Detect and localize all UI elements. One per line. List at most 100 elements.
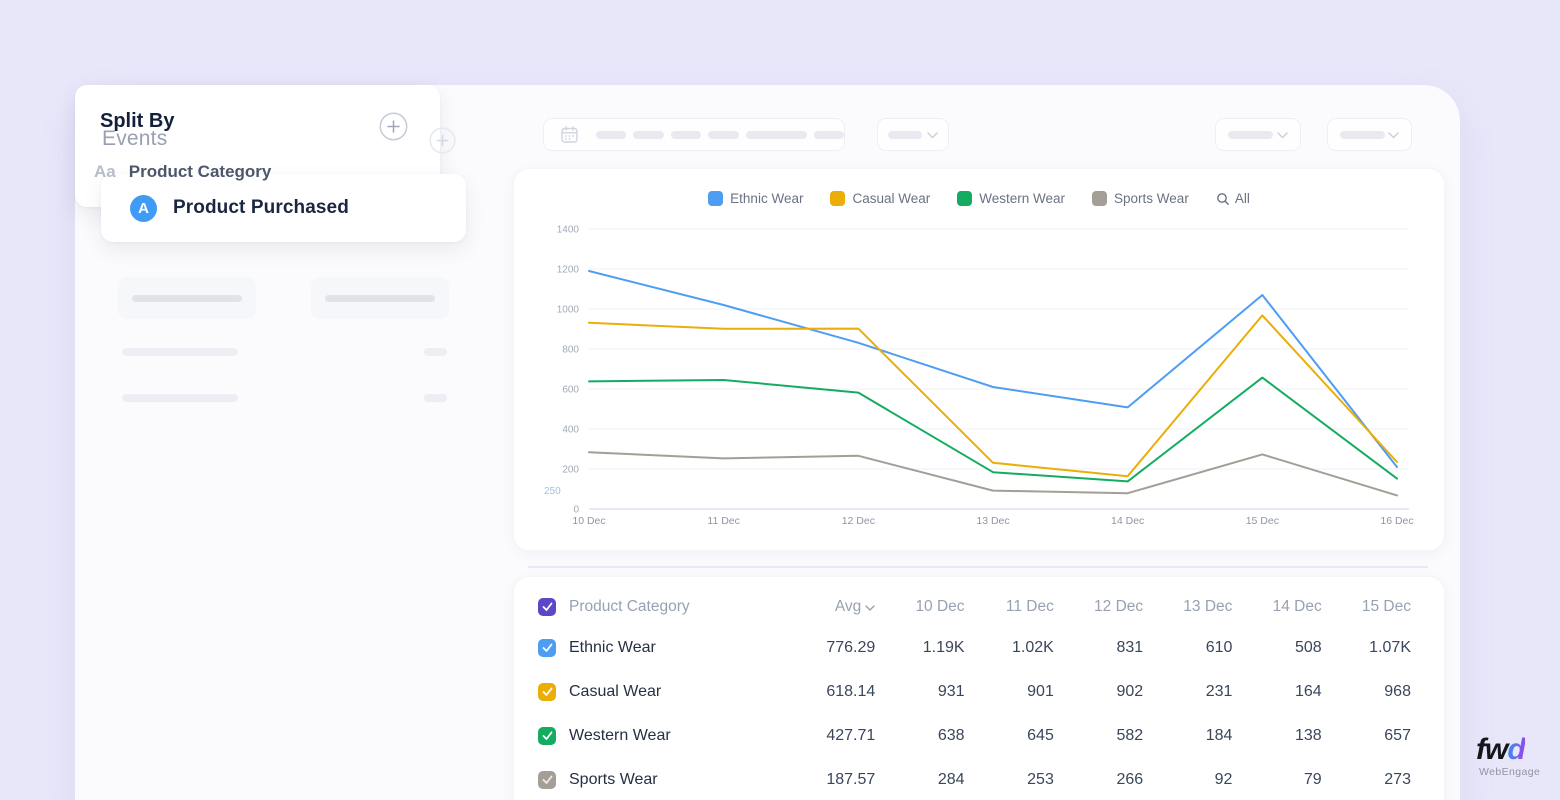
cell-value: 645 — [965, 727, 1054, 745]
svg-text:12 Dec: 12 Dec — [842, 515, 875, 527]
add-event-button[interactable] — [429, 127, 456, 159]
card-divider — [528, 566, 1428, 568]
cell-value: 508 — [1232, 639, 1321, 657]
split-by-field[interactable]: Aa Product Category — [94, 162, 271, 182]
column-header: 11 Dec — [965, 598, 1054, 616]
skeleton-pill — [888, 131, 922, 139]
filter-skeleton-box — [311, 277, 449, 319]
chevron-down-icon — [1277, 126, 1288, 144]
skeleton-pill — [633, 131, 663, 139]
cell-value: 931 — [875, 683, 964, 701]
cell-value: 657 — [1322, 727, 1411, 745]
table-row-western-wear: Western Wear 427.71 638 645 582 184 138 … — [538, 714, 1411, 758]
cell-value: 638 — [875, 727, 964, 745]
plus-circle-icon — [379, 112, 408, 146]
skeleton-pill — [325, 295, 435, 302]
checkmark-icon — [542, 602, 553, 612]
svg-text:0: 0 — [573, 505, 579, 516]
chevron-down-icon — [927, 126, 938, 144]
column-header: 14 Dec — [1232, 598, 1321, 616]
svg-text:1400: 1400 — [557, 225, 580, 236]
row-label: Casual Wear — [569, 683, 661, 701]
chevron-down-icon — [865, 598, 875, 616]
skeleton-pill — [424, 394, 447, 402]
cell-value: 427.71 — [786, 727, 875, 745]
svg-text:10 Dec: 10 Dec — [572, 515, 605, 527]
chevron-down-icon — [1388, 126, 1399, 144]
dashboard-card: Events A Product Purchased Split By Aa P… — [75, 85, 1460, 800]
row-checkbox[interactable] — [538, 683, 556, 701]
webengage-logo: fwd WebEngage — [1476, 735, 1540, 778]
plus-circle-icon — [429, 127, 456, 159]
checkmark-icon — [542, 687, 553, 697]
column-header: 12 Dec — [1054, 598, 1143, 616]
cell-value: 92 — [1143, 771, 1232, 789]
granularity-select[interactable] — [877, 118, 949, 151]
event-avatar: A — [130, 195, 157, 222]
skeleton-pill — [424, 348, 447, 356]
cell-value: 776.29 — [786, 639, 875, 657]
svg-text:16 Dec: 16 Dec — [1380, 515, 1413, 527]
svg-text:15 Dec: 15 Dec — [1246, 515, 1279, 527]
breakdown-table-card: Product Category Avg 10 Dec 11 Dec 12 De… — [513, 576, 1445, 800]
select-all-checkbox[interactable] — [538, 598, 556, 616]
column-header: 10 Dec — [875, 598, 964, 616]
cell-value: 610 — [1143, 639, 1232, 657]
svg-text:1200: 1200 — [557, 265, 580, 276]
svg-text:400: 400 — [562, 425, 579, 436]
column-header: 13 Dec — [1143, 598, 1232, 616]
cell-value: 968 — [1322, 683, 1411, 701]
cell-value: 184 — [1143, 727, 1232, 745]
line-chart: 020040060080010001200140010 Dec11 Dec12 … — [514, 169, 1446, 552]
cell-value: 266 — [1054, 771, 1143, 789]
event-item-product-purchased[interactable]: A Product Purchased — [101, 174, 466, 242]
row-label: Western Wear — [569, 727, 671, 745]
checkmark-icon — [542, 643, 553, 653]
table-row-casual-wear: Casual Wear 618.14 931 901 902 231 164 9… — [538, 670, 1411, 714]
cell-value: 273 — [1322, 771, 1411, 789]
table-row-ethnic-wear: Ethnic Wear 776.29 1.19K 1.02K 831 610 5… — [538, 626, 1411, 670]
svg-text:200: 200 — [562, 465, 579, 476]
text-type-icon: Aa — [94, 162, 116, 182]
skeleton-pill — [122, 348, 238, 356]
cell-value: 1.07K — [1322, 639, 1411, 657]
logo-subtitle: WebEngage — [1476, 766, 1540, 778]
cell-value: 79 — [1232, 771, 1321, 789]
svg-text:13 Dec: 13 Dec — [976, 515, 1009, 527]
checkmark-icon — [542, 775, 553, 785]
cell-value: 582 — [1054, 727, 1143, 745]
svg-text:1000: 1000 — [557, 305, 580, 316]
sort-by-avg[interactable]: Avg — [786, 598, 875, 616]
row-checkbox[interactable] — [538, 771, 556, 789]
skeleton-pill — [1228, 131, 1273, 139]
skeleton-pill — [596, 131, 626, 139]
filter-skeleton-box — [118, 277, 256, 319]
logo-wordmark: fwd — [1476, 735, 1540, 765]
cell-value: 138 — [1232, 727, 1321, 745]
cell-value: 187.57 — [786, 771, 875, 789]
column-header: 15 Dec — [1322, 598, 1411, 616]
skeleton-pill — [671, 131, 701, 139]
options-select[interactable] — [1327, 118, 1412, 151]
svg-text:800: 800 — [562, 345, 579, 356]
row-label: Ethnic Wear — [569, 639, 656, 657]
row-checkbox[interactable] — [538, 639, 556, 657]
cell-value: 831 — [1054, 639, 1143, 657]
split-by-field-label: Product Category — [129, 162, 272, 182]
cell-value: 1.19K — [875, 639, 964, 657]
cell-value: 284 — [875, 771, 964, 789]
date-range-filter[interactable] — [543, 118, 845, 151]
table-row-sports-wear: Sports Wear 187.57 284 253 266 92 79 273 — [538, 758, 1411, 800]
cell-value: 902 — [1054, 683, 1143, 701]
add-split-button[interactable] — [379, 112, 408, 146]
split-by-title: Split By — [100, 110, 174, 133]
skeleton-pill — [132, 295, 242, 302]
cell-value: 1.02K — [965, 639, 1054, 657]
svg-text:600: 600 — [562, 385, 579, 396]
cell-value: 231 — [1143, 683, 1232, 701]
svg-text:14 Dec: 14 Dec — [1111, 515, 1144, 527]
checkmark-icon — [542, 731, 553, 741]
column-header: Product Category — [569, 598, 690, 616]
view-select[interactable] — [1215, 118, 1301, 151]
row-checkbox[interactable] — [538, 727, 556, 745]
